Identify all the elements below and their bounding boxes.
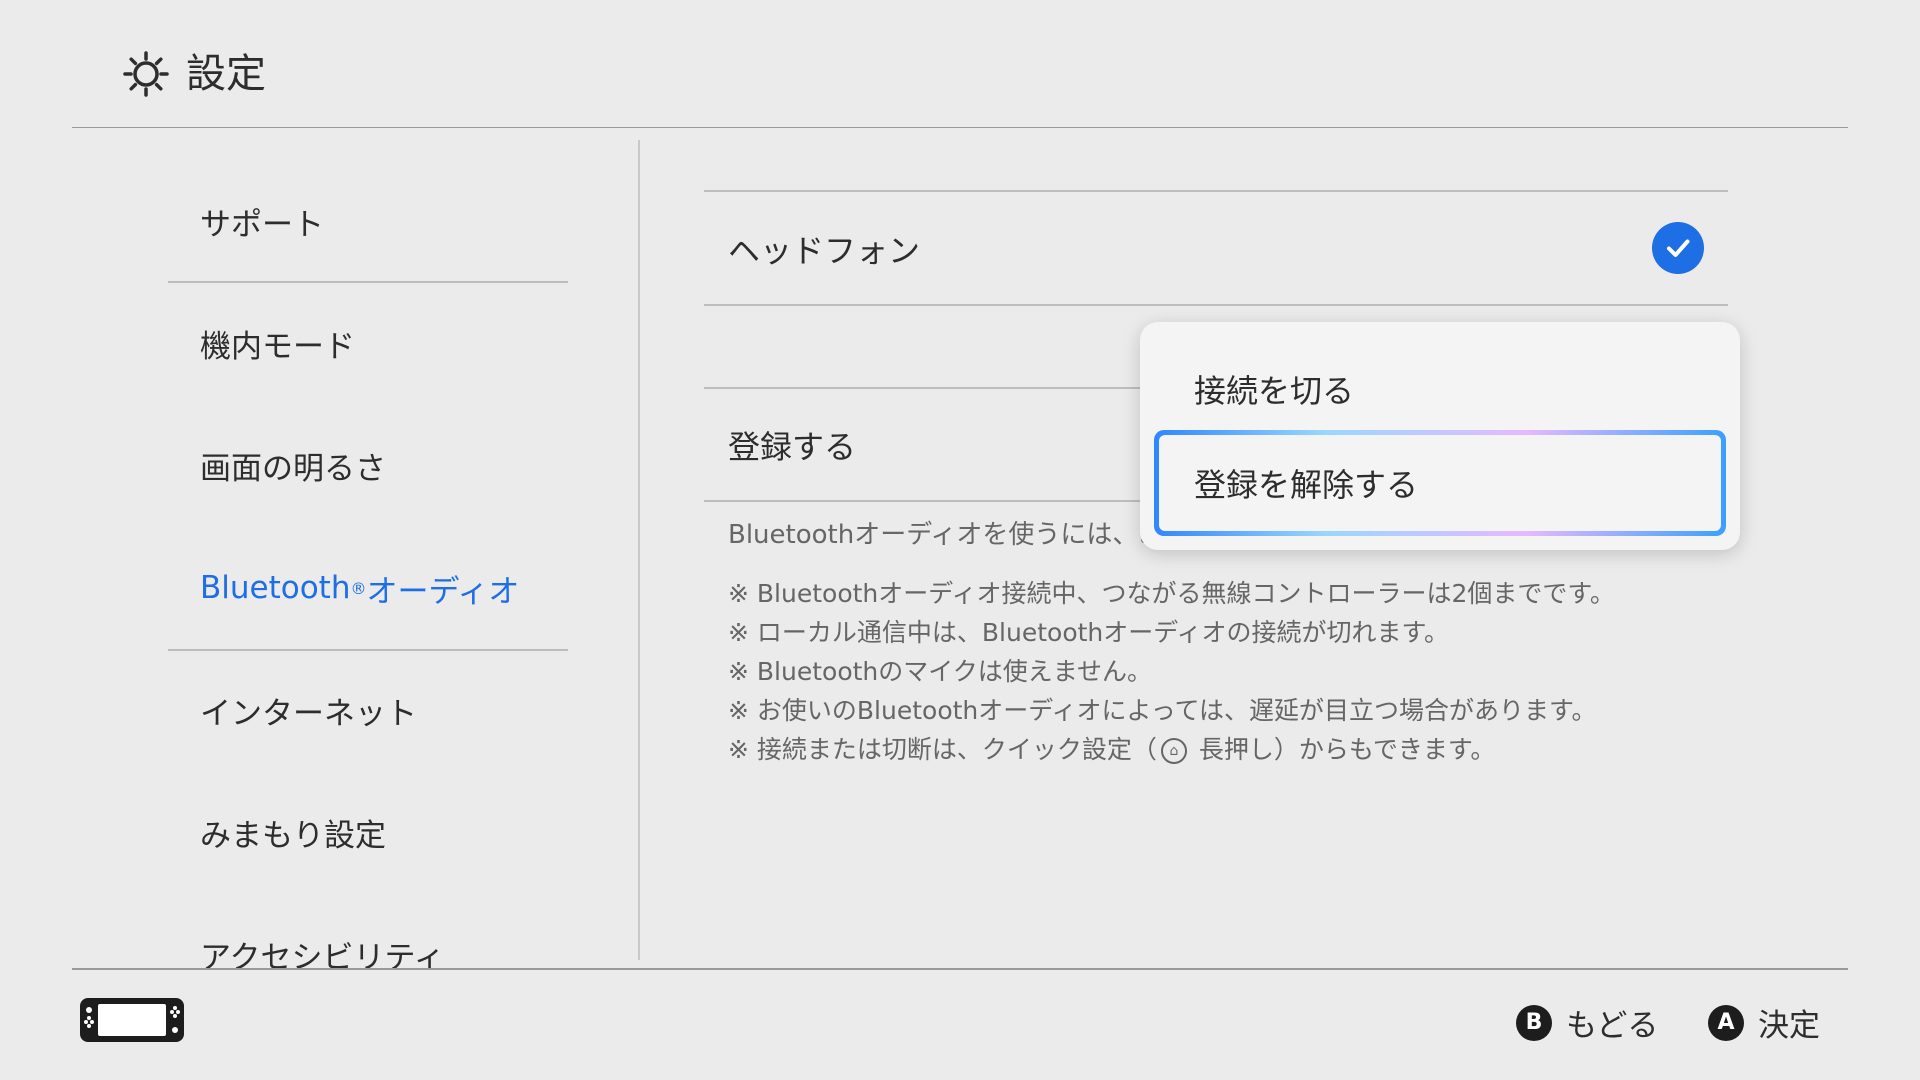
sidebar-item-label: サポート — [200, 206, 324, 243]
check-icon — [1652, 222, 1704, 274]
header: 設定 — [72, 0, 1848, 128]
device-row[interactable]: ヘッドフォン — [704, 190, 1728, 304]
main-panel: ヘッドフォン 登録する Bluetoothオーディオを使うには、あ ※ Blue… — [704, 190, 1728, 950]
note-prefix: ※ 接続または切断は、クイック設定（ — [728, 735, 1157, 764]
notes: ※ Bluetoothオーディオ接続中、つながる無線コントローラーは2個までです… — [728, 574, 1615, 769]
registered-mark: ® — [350, 578, 367, 598]
sidebar-item-accessibility[interactable]: アクセシビリティ — [168, 893, 568, 969]
gear-icon — [123, 51, 169, 97]
a-button-icon: A — [1708, 1004, 1744, 1041]
sidebar-item-brightness[interactable]: 画面の明るさ — [168, 404, 568, 526]
context-menu: 接続を切る 登録を解除する — [1140, 322, 1740, 550]
device-name: ヘッドフォン — [728, 232, 921, 270]
menu-item-unregister[interactable]: 登録を解除する — [1159, 435, 1721, 531]
note-suffix: 長押し）からもできます。 — [1190, 735, 1496, 764]
sidebar-item-label: Bluetooth — [200, 570, 351, 606]
sidebar-item-internet[interactable]: インターネット — [168, 649, 568, 771]
sidebar-item-label: アクセシビリティ — [200, 939, 445, 969]
confirm-button[interactable]: A 決定 — [1708, 1000, 1820, 1045]
sidebar-item-airplane-mode[interactable]: 機内モード — [168, 282, 568, 404]
divider — [704, 304, 1728, 306]
note: ※ Bluetoothのマイクは使えません。 — [728, 657, 1153, 686]
register-label: 登録する — [728, 428, 857, 466]
note: ※ 接続または切断は、クイック設定（ ⌂ 長押し）からもできます。 — [728, 730, 1615, 769]
sidebar-item-label: 機内モード — [200, 328, 355, 365]
sidebar-item-label-suffix: オーディオ — [366, 573, 520, 610]
vertical-divider — [638, 140, 640, 960]
back-button[interactable]: B もどる — [1516, 1000, 1658, 1045]
settings-screen: 設定 サポート 機内モード 画面の明るさ Bluetooth ® オーディオ インタ… — [0, 0, 1920, 1080]
sidebar-item-parental-controls[interactable]: みまもり設定 — [168, 771, 568, 893]
note: ※ お使いのBluetoothオーディオによっては、遅延が目立つ場合があります。 — [728, 696, 1597, 725]
description-text: Bluetoothオーディオを使うには、あ — [728, 520, 1165, 550]
sidebar-item-bluetooth-audio[interactable]: Bluetooth ® オーディオ — [168, 527, 568, 649]
console-icon — [80, 998, 184, 1042]
back-label: もどる — [1566, 1008, 1659, 1044]
menu-item-disconnect[interactable]: 接続を切る — [1194, 366, 1354, 412]
sidebar-item-label: インターネット — [200, 695, 417, 732]
sidebar: サポート 機内モード 画面の明るさ Bluetooth ® オーディオ インターネッ… — [168, 160, 568, 968]
sidebar-item-label: みまもり設定 — [200, 817, 386, 854]
note: ※ ローカル通信中は、Bluetoothオーディオの接続が切れます。 — [728, 618, 1450, 647]
selection-highlight: 登録を解除する — [1154, 430, 1726, 536]
sidebar-item-support[interactable]: サポート — [168, 160, 568, 282]
b-button-icon: B — [1516, 1004, 1552, 1041]
note: ※ Bluetoothオーディオ接続中、つながる無線コントローラーは2個までです… — [728, 579, 1615, 608]
home-button-icon: ⌂ — [1160, 738, 1187, 764]
sidebar-item-label: 画面の明るさ — [200, 450, 386, 487]
confirm-label: 決定 — [1758, 1008, 1820, 1044]
footer-divider — [72, 968, 1848, 970]
page-title: 設定 — [186, 51, 266, 97]
